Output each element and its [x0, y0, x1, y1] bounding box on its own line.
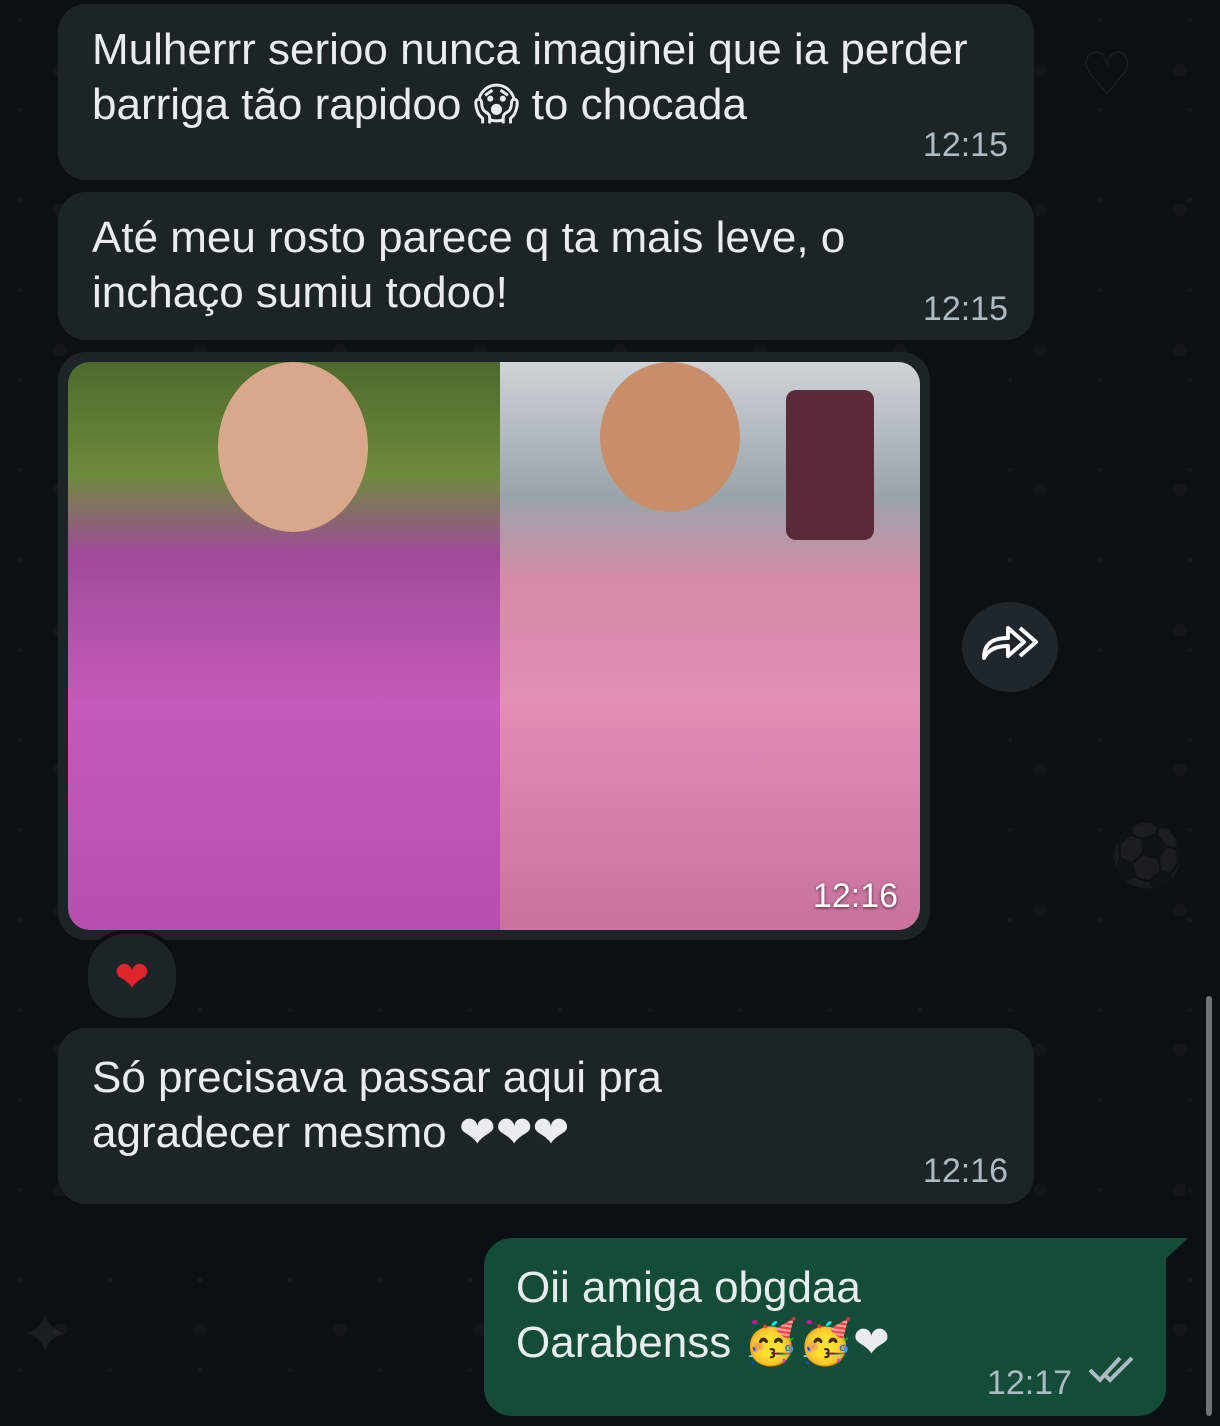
message-time: 12:15 [922, 289, 1008, 328]
ball-doodle-icon: ⚽ [1110, 822, 1185, 889]
incoming-message[interactable]: Até meu rosto parece q ta mais leve, o i… [58, 192, 1034, 340]
double-check-icon [1086, 1351, 1138, 1396]
message-photo[interactable]: 12:16 [68, 362, 920, 930]
message-text: Até meu rosto parece q ta mais leve, o i… [92, 213, 846, 317]
heart-icon: ❤ [114, 952, 150, 1000]
photo-phone [786, 390, 874, 540]
image-message[interactable]: 12:16 [58, 352, 930, 940]
heart-doodle-icon: ♡ [1080, 41, 1134, 108]
incoming-message[interactable]: Mulherrr serioo nunca imaginei que ia pe… [58, 4, 1034, 180]
message-time: 12:15 [922, 125, 1008, 164]
message-text: Mulherrr serioo nunca imaginei que ia pe… [92, 25, 968, 129]
photo-before [68, 362, 500, 930]
message-text: Oii amiga obgdaa Oarabenss 🥳🥳❤ [516, 1263, 890, 1367]
message-time: 12:16 [812, 877, 898, 915]
scrollbar[interactable] [1206, 996, 1212, 1416]
rocket-doodle-icon: ✦ [20, 1301, 71, 1368]
incoming-message[interactable]: Só precisava passar aqui pra agradecer m… [58, 1028, 1034, 1204]
photo-after [500, 362, 920, 930]
message-text: Só precisava passar aqui pra agradecer m… [92, 1053, 662, 1157]
message-time: 12:17 [986, 1363, 1072, 1402]
reaction-badge[interactable]: ❤ [84, 930, 180, 1022]
forward-button[interactable] [962, 602, 1058, 692]
photo-face [218, 362, 368, 532]
forward-icon [978, 620, 1042, 675]
message-time: 12:16 [922, 1151, 1008, 1190]
outgoing-message[interactable]: Oii amiga obgdaa Oarabenss 🥳🥳❤ 12:17 [484, 1238, 1166, 1416]
photo-face [600, 362, 740, 512]
